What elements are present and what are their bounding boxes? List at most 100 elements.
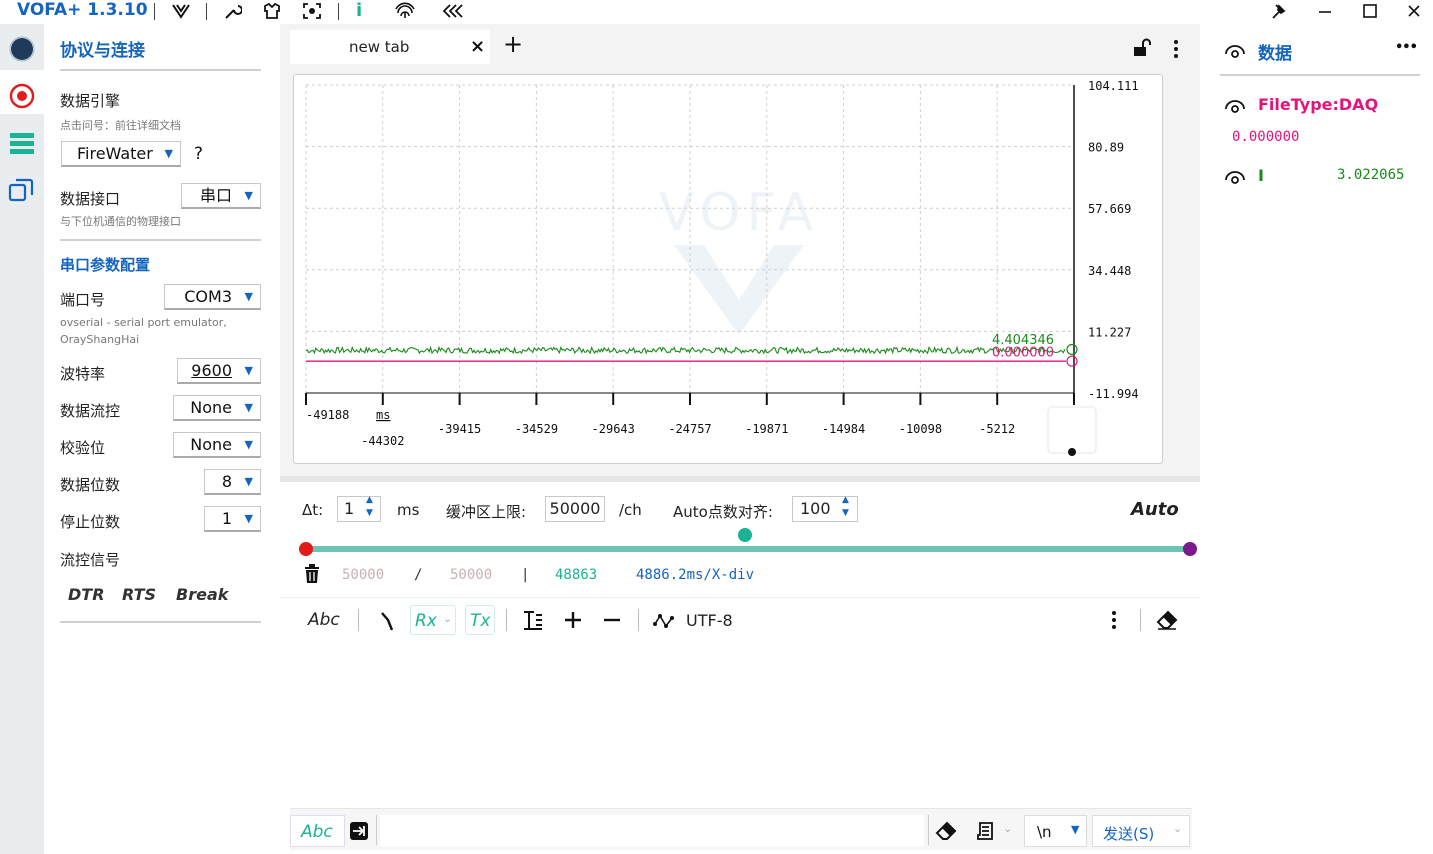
zoom-out-icon[interactable]: [602, 610, 622, 630]
vofa-logo-icon[interactable]: [171, 2, 191, 20]
chevron-down-icon[interactable]: ⌄: [1003, 822, 1012, 835]
connection-icon[interactable]: [8, 82, 36, 110]
port-value: COM3: [184, 287, 232, 306]
align-label: Auto点数对齐:: [673, 503, 773, 521]
trash-icon[interactable]: [303, 564, 321, 584]
send-file-icon[interactable]: [349, 821, 369, 841]
maximize-icon[interactable]: [1361, 2, 1379, 20]
add-tab-button[interactable]: +: [503, 32, 523, 56]
newline-value: \n: [1037, 823, 1052, 841]
databits-select[interactable]: 8 ▼: [204, 469, 261, 495]
chevron-down-icon: ⌄: [1173, 822, 1183, 835]
close-icon[interactable]: [1405, 2, 1423, 20]
waveform-plot[interactable]: VOFA 104.111 80.89 57.669 34.448 11.227 -11.99…: [293, 74, 1163, 464]
unlock-icon[interactable]: [1132, 38, 1152, 58]
engine-label: 数据引擎: [60, 92, 121, 110]
tab-label: new tab: [349, 38, 410, 56]
auto-button[interactable]: Auto: [1131, 499, 1179, 520]
minimize-icon[interactable]: [1316, 3, 1334, 21]
engine-hint[interactable]: 点击问号：前往详细文档: [60, 117, 181, 134]
display-mode-button[interactable]: Abc: [308, 610, 340, 630]
flow-select[interactable]: None ▼: [173, 395, 261, 421]
x-tick-label: -49188: [306, 408, 349, 422]
spin-arrows-icon[interactable]: ▲ ▼: [842, 494, 849, 520]
eye-icon[interactable]: [1224, 98, 1246, 114]
time-per-div: 4886.2ms/X-div: [636, 567, 755, 583]
help-button[interactable]: ?: [194, 144, 203, 164]
data-list-icon[interactable]: [9, 131, 35, 155]
send-input[interactable]: [380, 815, 924, 847]
cursor-marker-green: [1066, 343, 1078, 356]
buffer-total: 50000: [450, 567, 493, 583]
buffer-input[interactable]: 50000: [545, 496, 605, 522]
interface-select[interactable]: 串口 ▼: [181, 183, 261, 209]
encoding-button[interactable]: UTF-8: [686, 611, 733, 630]
more-horizontal-icon[interactable]: •••: [1395, 40, 1418, 55]
range-slider-track[interactable]: [305, 546, 1190, 552]
flow-value: None: [190, 398, 232, 417]
timestamp-icon[interactable]: [378, 610, 396, 632]
info-icon[interactable]: i: [356, 0, 362, 21]
windows-icon[interactable]: [8, 177, 34, 203]
clear-send-icon[interactable]: [935, 821, 957, 841]
more-vertical-icon[interactable]: [1108, 609, 1120, 631]
data-panel-title: 数据: [1258, 44, 1292, 64]
waveform-icon[interactable]: [653, 612, 675, 630]
dtr-button[interactable]: DTR: [68, 585, 105, 604]
tx-toggle[interactable]: Tx: [465, 605, 495, 635]
range-end-handle[interactable]: [1183, 542, 1197, 556]
newline-select[interactable]: \n ▼: [1024, 815, 1087, 847]
baud-select[interactable]: 9600 ▼: [177, 358, 261, 384]
channel-value: 3.022065: [1337, 167, 1405, 183]
stat-separator: /: [414, 567, 423, 583]
port-select[interactable]: COM3 ▼: [164, 284, 261, 310]
sample-count: 48863: [555, 567, 598, 583]
app-title: VOFA+ 1.3.10: [17, 0, 148, 20]
dt-unit: ms: [397, 501, 420, 519]
chevron-down-icon: ▼: [244, 475, 253, 488]
x-tick-label: -44302: [361, 434, 404, 448]
eye-icon[interactable]: [1224, 169, 1246, 185]
pin-icon[interactable]: [1270, 3, 1288, 21]
more-vertical-icon[interactable]: [1170, 38, 1182, 60]
port-label: 端口号: [60, 291, 106, 309]
shirt-icon[interactable]: [262, 2, 282, 20]
spin-arrows-icon[interactable]: ▲ ▼: [366, 494, 373, 520]
script-icon[interactable]: [976, 821, 996, 841]
zoom-in-icon[interactable]: [563, 610, 583, 630]
tab-new[interactable]: new tab ×: [290, 30, 490, 64]
eye-icon[interactable]: [1224, 43, 1246, 59]
parity-select[interactable]: None ▼: [173, 432, 261, 458]
screenshot-icon[interactable]: [302, 2, 322, 20]
dark-mode-icon[interactable]: [9, 36, 35, 62]
collapse-icon[interactable]: [442, 3, 464, 19]
send-format-label: Abc: [301, 822, 333, 842]
stopbits-select[interactable]: 1 ▼: [204, 506, 261, 532]
databits-label: 数据位数: [60, 476, 121, 494]
engine-select[interactable]: FireWater ▼: [61, 141, 181, 167]
wrench-icon[interactable]: [222, 2, 242, 20]
send-button[interactable]: 发送(S) ⌄: [1092, 815, 1190, 847]
x-unit-label: ms: [376, 408, 390, 422]
dt-spinbox[interactable]: 1 ▲ ▼: [337, 494, 381, 522]
rx-toggle[interactable]: Rx ⌄: [410, 605, 456, 635]
range-start-handle[interactable]: [299, 542, 313, 556]
y-tick-label: 57.669: [1088, 202, 1131, 216]
send-format-button[interactable]: Abc: [290, 815, 345, 847]
serial-config-title: 串口参数配置: [60, 256, 151, 274]
cursor-value-pink: 0.000000: [992, 345, 1054, 360]
eraser-icon[interactable]: [1156, 610, 1178, 630]
range-mid-handle[interactable]: [738, 528, 752, 542]
chevron-down-icon: ⌄: [443, 612, 453, 625]
plot-canvas[interactable]: VOFA 104.111 80.89 57.669 34.448 11.227 -11.99…: [294, 75, 1164, 465]
flow-label: 数据流控: [60, 402, 121, 420]
align-spinbox[interactable]: 100 ▲ ▼: [792, 494, 858, 522]
break-button[interactable]: Break: [176, 585, 228, 604]
y-tick-label: 104.111: [1088, 79, 1139, 93]
text-format-icon[interactable]: [522, 609, 544, 631]
y-tick-label: 34.448: [1088, 264, 1131, 278]
tab-close-icon[interactable]: ×: [470, 36, 485, 57]
fingerprint-icon[interactable]: [394, 1, 416, 21]
rts-button[interactable]: RTS: [122, 585, 156, 604]
x-tick-label: -5212: [979, 422, 1015, 436]
